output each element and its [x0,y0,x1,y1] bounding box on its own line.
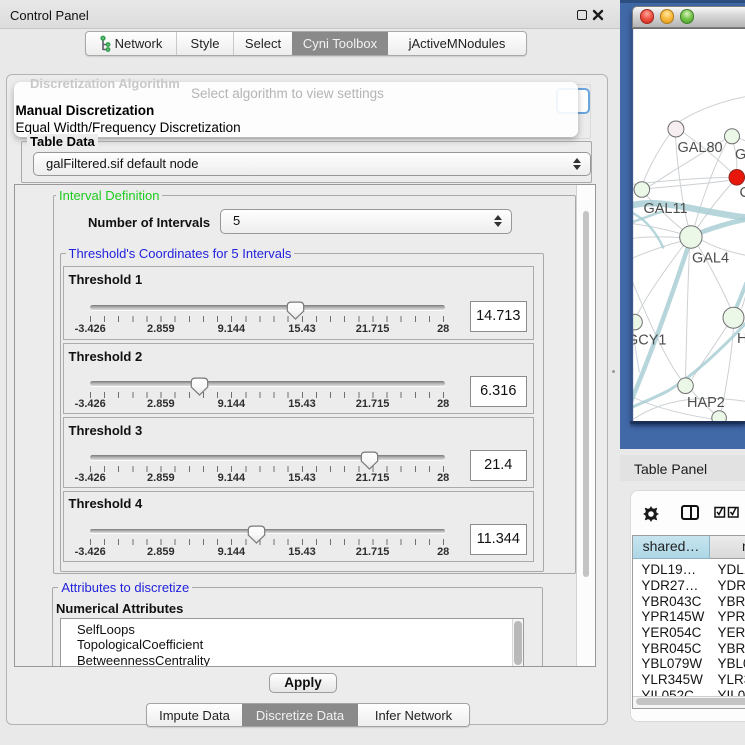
svg-text:GAL1: GAL1 [734,146,745,162]
svg-text:HAP2: HAP2 [687,394,725,410]
svg-text:HA: HA [736,330,745,346]
svg-text:GCY1: GCY1 [632,332,666,348]
svg-text:CYC: CYC [739,184,745,200]
svg-text:GAL80: GAL80 [677,139,722,155]
svg-text:GAL4: GAL4 [692,250,729,266]
svg-text:GAL11: GAL11 [643,200,687,216]
